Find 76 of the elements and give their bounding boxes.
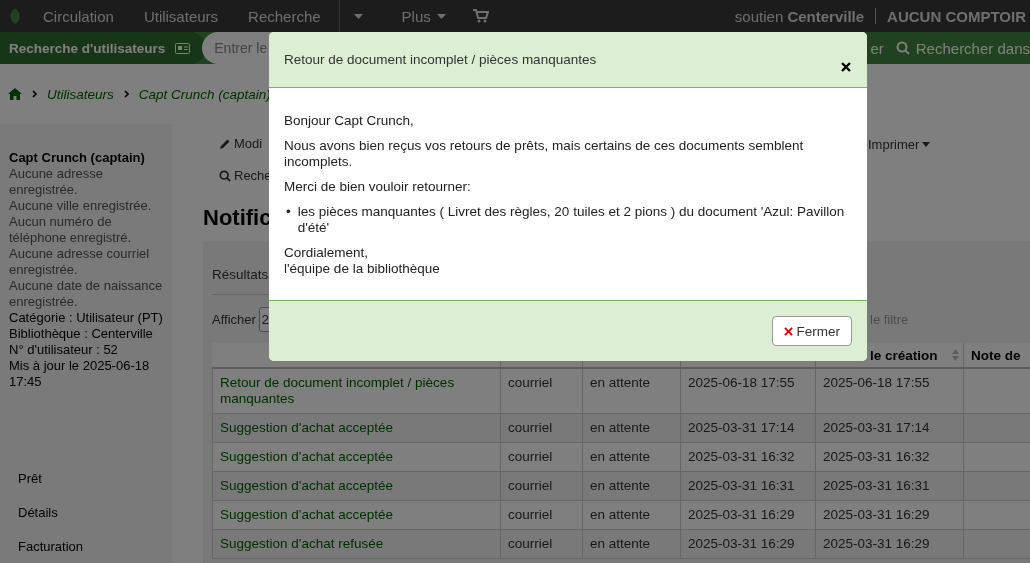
table-cell: courriel	[508, 536, 553, 551]
logged-in-user[interactable]: soutien Centerville	[734, 7, 865, 25]
table-cell: 2025-03-31 17:14	[688, 420, 795, 435]
table-cell: courriel	[508, 420, 553, 435]
patron-detail: Bibliothèque : Centerville	[9, 326, 154, 342]
table-cell: 2025-03-31 16:29	[823, 507, 930, 522]
id-card-icon	[175, 42, 191, 54]
table-cell: courriel	[508, 375, 553, 390]
sidebar-menu-item[interactable]: Détails	[18, 505, 172, 539]
search-option[interactable]: er	[870, 39, 884, 57]
table-cell: en attente	[590, 420, 651, 435]
close-icon[interactable]	[841, 61, 851, 72]
patron-detail: Aucune date de naissance enregistrée.	[9, 278, 164, 310]
table-cell: en attente	[590, 507, 651, 522]
table-cell: 2025-03-31 16:29	[688, 507, 795, 522]
bullet: •	[286, 204, 291, 221]
table-cell: en attente	[590, 449, 651, 464]
table-cell: 2025-03-31 16:29	[823, 536, 930, 551]
table-cell: 2025-03-31 17:14	[823, 420, 930, 435]
search-icon	[219, 169, 231, 182]
table-cell: en attente	[590, 536, 651, 551]
dialog-title: Retour de document incomplet / pièces manquantes	[284, 52, 597, 67]
breadcrumb-link[interactable]: Utilisateurs	[47, 86, 114, 102]
breadcrumb-link[interactable]: Capt Crunch (captain)	[138, 86, 271, 102]
table-cell: 2025-06-18 17:55	[688, 375, 795, 390]
table-cell: courriel	[508, 449, 553, 464]
page-heading: Notific	[203, 205, 272, 231]
search-button[interactable]: Reche	[219, 168, 272, 183]
search-in-link[interactable]: Rechercher dans	[895, 39, 1030, 57]
patron-detail: Aucune adresse courriel enregistrée.	[9, 246, 151, 278]
patron-detail: Catégorie : Utilisateur (PT)	[9, 310, 164, 326]
message-paragraph: Cordialement, l'équipe de la bibliothèque	[284, 245, 441, 277]
close-button[interactable]: Fermer	[771, 316, 852, 346]
edit-button[interactable]: Modi	[219, 136, 263, 152]
nav-link[interactable]: Circulation	[28, 7, 129, 25]
caret-icon	[436, 13, 446, 19]
search-icon	[895, 41, 910, 55]
patron-detail: Aucune adresse enregistrée.	[9, 166, 104, 198]
message-paragraph: Merci de bien vouloir retourner:	[284, 179, 472, 195]
table-cell: 2025-06-18 17:55	[823, 375, 930, 390]
patron-detail: Mis à jour le 2025-06-18 17:45	[9, 358, 151, 390]
sort-icon	[951, 349, 959, 361]
nav-link[interactable]: Recherche	[233, 7, 336, 25]
table-cell: 2025-03-31 16:29	[688, 536, 795, 551]
patron-detail: Aucune ville enregistrée.	[9, 198, 153, 214]
caret-icon	[922, 142, 931, 147]
message-paragraph: Bonjour Capt Crunch,	[284, 113, 415, 129]
table-cell: courriel	[508, 478, 553, 493]
table-cell: 2025-03-31 16:31	[688, 478, 795, 493]
table-cell: 2025-03-31 16:32	[688, 449, 795, 464]
home-icon[interactable]	[8, 88, 22, 100]
message-list-item: les pièces manquantes ( Livret des règles, 20 tuiles et 2 pions ) du document 'Azul: Pavillon d'été'	[297, 204, 846, 236]
chevron-icon	[123, 90, 129, 98]
message-paragraph: Nous avons bien reçus vos retours de prêts, mais certains de ces documents semblent incomplets.	[284, 138, 805, 170]
show-label: Afficher	[212, 311, 256, 327]
x-icon	[783, 326, 793, 336]
table-cell: en attente	[590, 478, 651, 493]
desk-label[interactable]: AUCUN COMPTOIR	[887, 7, 1030, 25]
column-header[interactable]: le création	[870, 347, 959, 363]
pencil-icon	[219, 137, 231, 150]
patron-detail: Aucun numéro de téléphone enregistré.	[9, 214, 133, 246]
print-button[interactable]: Imprimer	[868, 137, 931, 152]
patron-detail: N° d'utilisateur : 52	[9, 342, 119, 358]
nav-link[interactable]: Utilisateurs	[128, 7, 234, 25]
caret-icon[interactable]	[353, 13, 363, 19]
patron-name: Capt Crunch (captain)	[9, 150, 146, 166]
cart-icon[interactable]	[472, 9, 489, 23]
table-cell: 2025-03-31 16:32	[823, 449, 930, 464]
table-cell: 2025-03-31 16:31	[823, 478, 930, 493]
table-cell: courriel	[508, 507, 553, 522]
chevron-icon	[32, 90, 37, 98]
sidebar-menu-item[interactable]: Facturation	[18, 539, 172, 563]
sidebar-menu-item[interactable]: Prêt	[18, 471, 172, 505]
column-header[interactable]: Note de	[971, 347, 1021, 363]
nav-dropdown[interactable]: Plus	[386, 7, 461, 25]
table-cell: en attente	[590, 375, 651, 390]
